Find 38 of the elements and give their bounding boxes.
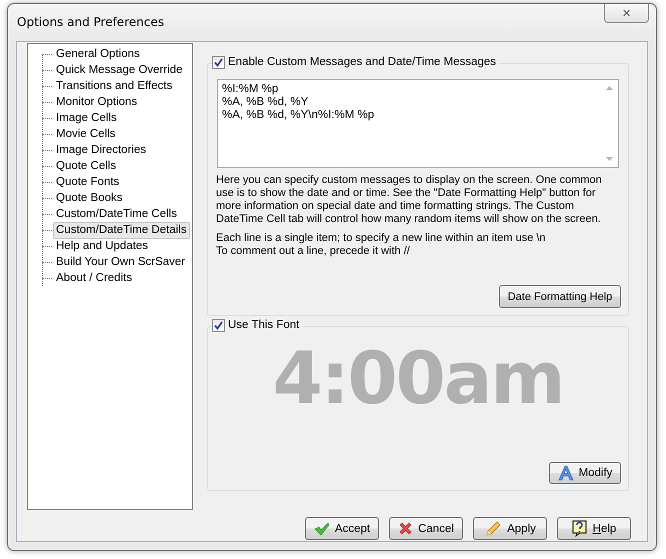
tree-item[interactable]: General Options — [53, 46, 143, 62]
font-preview: 4:00am — [272, 342, 564, 414]
dialog-button[interactable]: Apply — [473, 517, 547, 540]
help-icon — [572, 520, 588, 537]
tree-item[interactable]: Quote Fonts — [53, 174, 122, 190]
checkbox[interactable] — [212, 318, 225, 332]
date-formatting-help-button[interactable]: Date Formatting Help — [499, 285, 621, 308]
close-button[interactable]: ✕ — [604, 4, 649, 23]
message-line: %I:%M %p — [222, 83, 280, 96]
check-icon — [314, 522, 330, 536]
checkbox-label: Use This Font — [228, 319, 300, 331]
tree-item[interactable]: Quick Message Override — [53, 62, 186, 78]
tree-item[interactable]: Quote Books — [53, 190, 126, 206]
help-text: Each line is a single item; to specify a new line within an item use \n To comment out a line, precede it with // — [216, 232, 547, 258]
tree-item[interactable]: Monitor Options — [53, 94, 140, 110]
tree-item[interactable]: Movie Cells — [53, 126, 118, 142]
tree-item[interactable]: Build Your Own ScrSaver — [53, 254, 188, 270]
pencil-icon — [484, 520, 502, 538]
tree-item[interactable]: Quote Cells — [53, 158, 120, 174]
dialog-button[interactable]: Cancel — [389, 517, 463, 540]
dialog-button[interactable]: Help — [557, 517, 631, 540]
message-line: %A, %B %d, %Y — [222, 96, 310, 109]
help-text: Here you can specify custom messages to display on the screen. One common use is to show the date and or time. See the "Date Formatting Help" button for more information on special date and time formatting strings. The Custom DateTime Cell tab will control how many random items will show on the screen. — [216, 174, 603, 226]
modify-button[interactable]: Modify — [549, 462, 621, 484]
tree-item[interactable]: Transitions and Effects — [53, 78, 176, 94]
dialog-button[interactable]: Accept — [305, 517, 379, 540]
letter-a-icon — [558, 465, 574, 481]
tree-item[interactable]: Image Directories — [53, 142, 150, 158]
tree-item[interactable]: Custom/DateTime Details — [53, 222, 190, 238]
close-icon — [398, 521, 414, 536]
checkbox[interactable] — [212, 56, 225, 68]
tree-item[interactable]: Image Cells — [53, 110, 120, 126]
window-title: Options and Preferences — [17, 15, 164, 29]
tree-item[interactable]: Help and Updates — [53, 238, 152, 254]
tree-item[interactable]: Custom/DateTime Cells — [53, 206, 180, 222]
message-line: %A, %B %d, %Y\n%I:%M %p — [222, 109, 376, 122]
checkbox-label: Enable Custom Messages and Date/Time Messages — [228, 56, 496, 68]
tree-item[interactable]: About / Credits — [53, 270, 136, 286]
